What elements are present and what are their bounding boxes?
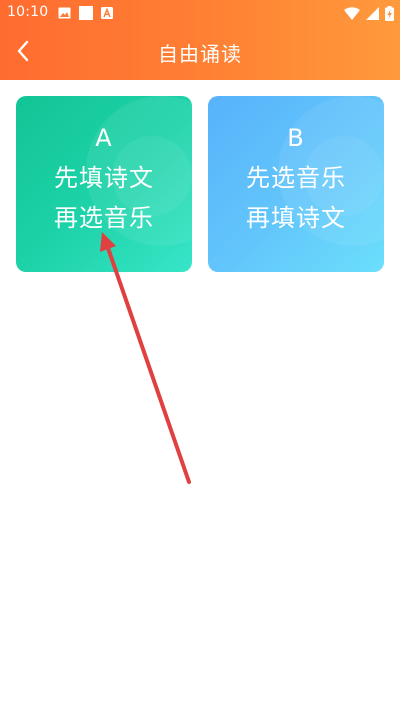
wifi-icon bbox=[344, 7, 360, 24]
square-icon bbox=[79, 6, 93, 24]
option-a-line1: 先填诗文 bbox=[54, 164, 154, 192]
option-b-card[interactable]: B 先选音乐 再填诗文 bbox=[208, 96, 384, 272]
battery-charging-icon bbox=[385, 6, 394, 25]
option-b-letter: B bbox=[287, 124, 305, 152]
app-header: 10:10 自由诵读 bbox=[0, 0, 400, 80]
nav-bar: 自由诵读 bbox=[0, 26, 400, 80]
page-title: 自由诵读 bbox=[158, 42, 242, 66]
option-a-line2: 再选音乐 bbox=[54, 204, 154, 232]
option-a-letter: A bbox=[95, 124, 113, 152]
arrow-shaft bbox=[106, 246, 191, 484]
status-icons-left bbox=[58, 6, 113, 24]
a-badge-icon bbox=[101, 7, 113, 23]
option-b-text: B 先选音乐 再填诗文 bbox=[208, 118, 384, 238]
option-a-text: A 先填诗文 再选音乐 bbox=[16, 118, 192, 238]
signal-icon bbox=[366, 7, 379, 24]
image-icon bbox=[58, 7, 71, 23]
status-icons-right bbox=[344, 6, 394, 25]
option-b-line1: 先选音乐 bbox=[246, 164, 346, 192]
option-a-card[interactable]: A 先填诗文 再选音乐 bbox=[16, 96, 192, 272]
status-bar: 10:10 bbox=[0, 0, 400, 26]
status-time: 10:10 bbox=[7, 4, 49, 20]
option-b-line2: 再填诗文 bbox=[246, 204, 346, 232]
